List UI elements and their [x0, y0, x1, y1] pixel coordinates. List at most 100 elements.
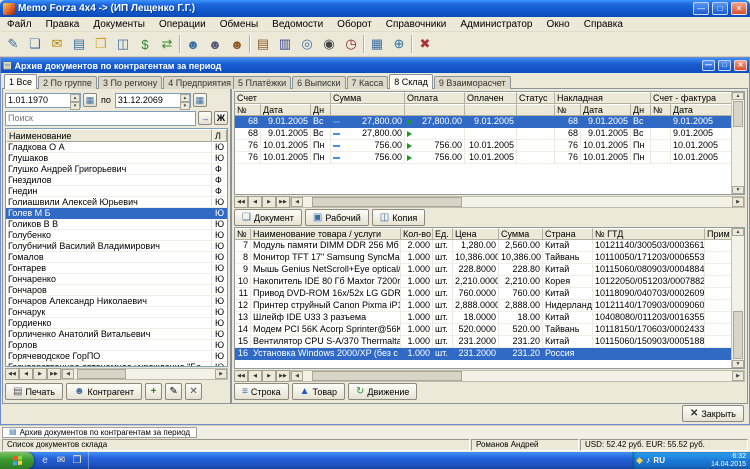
antivirus-tray-icon[interactable]: ◆	[636, 456, 643, 465]
goods-price-header[interactable]: Цена	[453, 228, 499, 240]
last-record-button[interactable]: ▶▶	[47, 368, 61, 380]
contractor-filter-tab[interactable]: 3 По региону	[97, 76, 163, 89]
users-icon[interactable]: ☻	[226, 34, 248, 55]
document-section-tab[interactable]: 9 Взаиморасчет	[433, 76, 511, 89]
scroll-right-icon[interactable]: ▶	[732, 197, 744, 207]
folder-launch-icon[interactable]: ❒	[70, 454, 84, 468]
Накопитель IDE 80 Гб Maxtor 7200rp[interactable]: 10 Накопитель IDE 80 Гб Maxtor 7200rp 1.…	[235, 276, 731, 288]
binoculars-icon[interactable]: ◉	[318, 34, 340, 55]
menu-item[interactable]: Окно	[539, 17, 576, 32]
Гнездилов[interactable]: Гнездилов Ф	[6, 175, 227, 186]
waybill-day-header[interactable]: Дн	[631, 104, 651, 116]
Гнедин[interactable]: Гнедин Ф	[6, 186, 227, 197]
maximize-button[interactable]: □	[712, 2, 728, 15]
menu-item[interactable]: Администратор	[453, 17, 539, 32]
report-icon[interactable]: ▤	[68, 34, 90, 55]
document-section-tab[interactable]: 8 Склад	[389, 74, 433, 89]
payment-column-header[interactable]: Оплата	[405, 92, 465, 104]
contractor-filter-tab[interactable]: 2 По группе	[38, 76, 97, 89]
menu-item[interactable]: Обмены	[213, 17, 265, 32]
goods-gtd-header[interactable]: № ГТД	[593, 228, 705, 240]
chart-search-icon[interactable]: ◎	[296, 34, 318, 55]
Привод DVD-ROM 16x/52x LG GDR-[interactable]: 11 Привод DVD-ROM 16x/52x LG GDR- 1.000 …	[235, 288, 731, 300]
first-record-button[interactable]: ◀◀	[234, 196, 248, 208]
first-record-button[interactable]: ◀◀	[234, 370, 248, 382]
menu-item[interactable]: Файл	[0, 17, 39, 32]
title-bar[interactable]: Memo Forza 4x4 -> (ИП Лещенко Г.Г.) — □ ✕	[0, 0, 750, 17]
menu-item[interactable]: Операции	[152, 17, 213, 32]
Голубничий Василий Владимирович[interactable]: Голубничий Василий Владимирович Ю	[6, 241, 227, 252]
start-button[interactable]	[0, 452, 34, 469]
print-button[interactable]: ▤ Печать	[5, 383, 63, 400]
menu-item[interactable]: Оборот	[330, 17, 379, 32]
globe-icon[interactable]: ⊕	[388, 34, 410, 55]
scrollbar-thumb[interactable]	[733, 311, 743, 359]
internet-explorer-icon[interactable]: e	[38, 454, 52, 468]
goods-vertical-scrollbar[interactable]: ▲ ▼	[731, 228, 744, 368]
Гончарук[interactable]: Гончарук Ю	[6, 307, 227, 318]
document-section-tab[interactable]: 5 Платёжки	[233, 76, 292, 89]
user-edit-icon[interactable]: ☻	[204, 34, 226, 55]
Голиашвили Алексей Юрьевич[interactable]: Голиашвили Алексей Юрьевич Ю	[6, 197, 227, 208]
bar-chart-icon[interactable]: ▥	[274, 34, 296, 55]
scroll-right-icon[interactable]: ▶	[732, 371, 744, 381]
Гончаров[interactable]: Гончаров Ю	[6, 285, 227, 296]
contractor-horizontal-scrollbar[interactable]: ◀ ▶	[61, 368, 228, 380]
goods-unit-header[interactable]: Ед.	[433, 228, 453, 240]
Государственное автономное учреждение "Ба[interactable]: Государственное автономное учреждение "Б…	[6, 362, 227, 366]
mail-icon[interactable]: ✉	[46, 34, 68, 55]
invoice-row[interactable]: 76 10.01.2005 Пн 756.00 756.00 10.01.200…	[235, 140, 731, 152]
invoice-num-header[interactable]: №	[651, 104, 671, 116]
account-num-header[interactable]: №	[235, 104, 261, 116]
delete-contractor-button[interactable]: ✕	[185, 383, 203, 400]
contractor-filter-tab[interactable]: 4 Предприятия	[163, 76, 237, 89]
clock[interactable]: 6:32 14.04.2015	[711, 453, 746, 469]
invoices-horizontal-scrollbar[interactable]: ◀ ▶	[290, 196, 745, 208]
ledger-icon[interactable]: ▤	[252, 34, 274, 55]
menu-item[interactable]: Правка	[39, 17, 87, 32]
exchange-icon[interactable]: ⇄	[156, 34, 178, 55]
archive-window-titlebar[interactable]: ▤ Архив документов по контрагентам за пе…	[1, 58, 749, 73]
close-button[interactable]: ✕	[734, 60, 747, 71]
last-record-button[interactable]: ▶▶	[276, 196, 290, 208]
spin-up-icon[interactable]: ▴	[179, 93, 190, 102]
Гордиенко[interactable]: Гордиенко Ю	[6, 318, 227, 329]
document-section-tab[interactable]: 6 Выписки	[292, 76, 346, 89]
mail-launch-icon[interactable]: ✉	[54, 454, 68, 468]
Принтер струйный Canon Pixma iP1[interactable]: 12 Принтер струйный Canon Pixma iP1 1.00…	[235, 300, 731, 312]
contractor-button[interactable]: ☻ Контрагент	[65, 383, 143, 400]
name-column-header[interactable]: Наименование	[6, 129, 212, 142]
scrollbar-thumb[interactable]	[311, 371, 462, 381]
invoice-row[interactable]: 68 9.01.2005 Вс 27,800.00 27,800.00 9.01…	[235, 116, 731, 128]
goods-qty-header[interactable]: Кол-во	[401, 228, 433, 240]
menu-item[interactable]: Ведомости	[265, 17, 330, 32]
scrollbar-thumb[interactable]	[733, 101, 743, 127]
add-contractor-button[interactable]: +	[145, 383, 163, 400]
menu-item[interactable]: Справка	[577, 17, 630, 32]
edit-contractor-button[interactable]: ✎	[165, 383, 183, 400]
next-record-button[interactable]: ▶	[262, 196, 276, 208]
money-icon[interactable]: $	[134, 34, 156, 55]
Шлейф IDE U33 3 разъема[interactable]: 13 Шлейф IDE U33 3 разъема 1.000 шт. 18.…	[235, 312, 731, 324]
goods-name-header[interactable]: Наименование товара / услуги	[251, 228, 401, 240]
user-icon[interactable]: ☻	[182, 34, 204, 55]
goods-country-header[interactable]: Страна	[543, 228, 593, 240]
waybill-date-header[interactable]: Дата	[581, 104, 631, 116]
open-window-tab[interactable]: ▤ Архив документов по контрагентам за пе…	[2, 426, 198, 438]
search-input[interactable]	[5, 110, 196, 126]
goods-sum-header[interactable]: Сумма	[499, 228, 543, 240]
minimize-button[interactable]: —	[702, 60, 715, 71]
invoice-row[interactable]: 76 10.01.2005 Пн 756.00 756.00 10.01.200…	[235, 152, 731, 164]
type-column-header[interactable]: Л	[212, 129, 227, 142]
scroll-left-icon[interactable]: ◀	[291, 371, 303, 381]
menu-item[interactable]: Справочники	[379, 17, 454, 32]
Гонтарев[interactable]: Гонтарев Ю	[6, 263, 227, 274]
account-date-header[interactable]: Дата	[261, 104, 311, 116]
period-from-field[interactable]: 1.01.1970 ▴ ▾	[5, 92, 81, 110]
document-section-tab[interactable]: 7 Касса	[346, 76, 389, 89]
folder-icon[interactable]: ❒	[90, 34, 112, 55]
Гладкова О А[interactable]: Гладкова О А Ю	[6, 142, 227, 153]
Голиков В В[interactable]: Голиков В В Ю	[6, 219, 227, 230]
next-record-button[interactable]: ▶	[33, 368, 47, 380]
goods-num-header[interactable]: №	[235, 228, 251, 240]
